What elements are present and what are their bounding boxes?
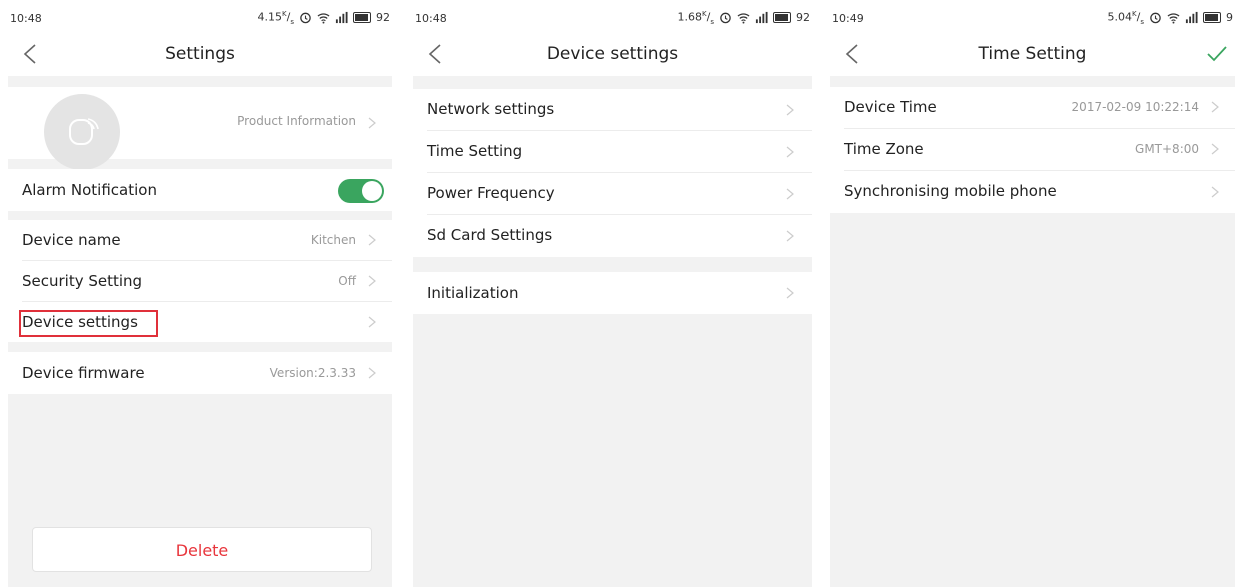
chevron-right-icon: [786, 104, 794, 116]
device-settings-screen: 10:48 1.68K/s 92 Device settings Network…: [413, 0, 812, 587]
device-name-value: Kitchen: [310, 233, 356, 247]
sd-card-settings-row[interactable]: Sd Card Settings: [413, 215, 812, 257]
status-time: 10:48: [10, 12, 42, 25]
device-time-row[interactable]: Device Time 2017-02-09 10:22:14: [830, 87, 1235, 128]
chevron-right-icon: [368, 316, 376, 328]
time-zone-row[interactable]: Time Zone GMT+8:00: [830, 129, 1235, 170]
chevron-right-icon: [368, 234, 376, 246]
time-setting-screen: 10:49 5.04K/s 9 Time Setting Device Time…: [830, 0, 1235, 587]
device-firmware-label: Device firmware: [22, 364, 145, 382]
chevron-right-icon: [786, 287, 794, 299]
delete-button[interactable]: Delete: [32, 527, 372, 572]
device-time-value: 2017-02-09 10:22:14: [1071, 100, 1199, 114]
device-time-label: Device Time: [844, 98, 937, 116]
device-firmware-row[interactable]: Device firmware Version:2.3.33: [8, 352, 392, 394]
chevron-right-icon: [368, 367, 376, 379]
alarm-clock-icon: [300, 13, 311, 24]
time-setting-label: Time Setting: [427, 142, 523, 160]
power-frequency-label: Power Frequency: [427, 184, 555, 202]
battery-icon: [353, 12, 371, 24]
device-logo-icon: [69, 118, 99, 145]
nav-bar: Time Setting: [830, 32, 1235, 76]
network-speed: 5.04K/s: [1107, 10, 1144, 26]
product-info-row[interactable]: Product Information: [8, 87, 392, 170]
battery-icon: [773, 12, 791, 24]
initialization-row[interactable]: Initialization: [413, 272, 812, 314]
confirm-check-icon[interactable]: [1207, 45, 1227, 63]
settings-screen: 10:48 4.15K/s 92 Settings Product Inform…: [8, 0, 392, 587]
highlight-box: [19, 310, 158, 337]
security-setting-value: Off: [338, 274, 356, 288]
initialization-label: Initialization: [427, 284, 519, 302]
nav-bar: Device settings: [413, 32, 812, 76]
battery-level: 9: [1226, 11, 1233, 25]
page-title: Device settings: [546, 44, 679, 64]
wifi-icon: [317, 13, 330, 24]
device-name-label: Device name: [22, 231, 121, 249]
sync-mobile-label: Synchronising mobile phone: [844, 182, 1057, 200]
chevron-right-icon: [368, 275, 376, 287]
toggle-knob: [362, 181, 382, 201]
chevron-right-icon: [786, 146, 794, 158]
nav-bar: Settings: [8, 32, 392, 76]
chevron-right-icon: [786, 230, 794, 242]
security-setting-label: Security Setting: [22, 272, 143, 290]
time-zone-label: Time Zone: [844, 140, 924, 158]
wifi-icon: [1167, 13, 1180, 24]
chevron-right-icon: [1211, 186, 1219, 198]
sync-mobile-row[interactable]: Synchronising mobile phone: [830, 171, 1235, 213]
status-time: 10:48: [415, 12, 447, 25]
network-settings-row[interactable]: Network settings: [413, 89, 812, 130]
time-setting-row[interactable]: Time Setting: [413, 131, 812, 172]
power-frequency-row[interactable]: Power Frequency: [413, 173, 812, 214]
device-settings-list: Network settings Time Setting Power Freq…: [413, 89, 812, 257]
alarm-clock-icon: [1150, 13, 1161, 24]
signal-icon: [1185, 12, 1198, 24]
alarm-notification-toggle[interactable]: [338, 179, 384, 203]
network-speed: 1.68K/s: [677, 10, 714, 26]
alarm-notification-row: Alarm Notification: [8, 169, 392, 211]
signal-icon: [335, 12, 348, 24]
product-info-link: Product Information: [237, 114, 356, 128]
battery-level: 92: [376, 11, 390, 25]
time-setting-list: Device Time 2017-02-09 10:22:14 Time Zon…: [830, 87, 1235, 213]
sd-card-settings-label: Sd Card Settings: [427, 226, 553, 244]
network-settings-label: Network settings: [427, 100, 555, 118]
page-title: Settings: [165, 44, 235, 64]
page-title: Time Setting: [978, 44, 1087, 64]
battery-level: 92: [796, 11, 810, 25]
time-zone-value: GMT+8:00: [1135, 142, 1199, 156]
chevron-right-icon: [1211, 101, 1219, 113]
chevron-right-icon: [786, 188, 794, 200]
chevron-right-icon: [1211, 143, 1219, 155]
device-avatar: [44, 94, 120, 170]
alarm-notification-label: Alarm Notification: [22, 181, 157, 199]
device-name-row[interactable]: Device name Kitchen: [8, 220, 392, 260]
wifi-icon: [737, 13, 750, 24]
status-bar: 10:48 1.68K/s 92: [413, 0, 812, 32]
chevron-right-icon: [368, 117, 376, 129]
security-setting-row[interactable]: Security Setting Off: [8, 261, 392, 301]
status-bar: 10:48 4.15K/s 92: [8, 0, 392, 32]
alarm-clock-icon: [720, 13, 731, 24]
device-firmware-value: Version:2.3.33: [269, 366, 356, 380]
status-bar: 10:49 5.04K/s 9: [830, 0, 1235, 32]
signal-icon: [755, 12, 768, 24]
battery-icon: [1203, 12, 1221, 24]
network-speed: 4.15K/s: [257, 10, 294, 26]
status-time: 10:49: [832, 12, 864, 25]
